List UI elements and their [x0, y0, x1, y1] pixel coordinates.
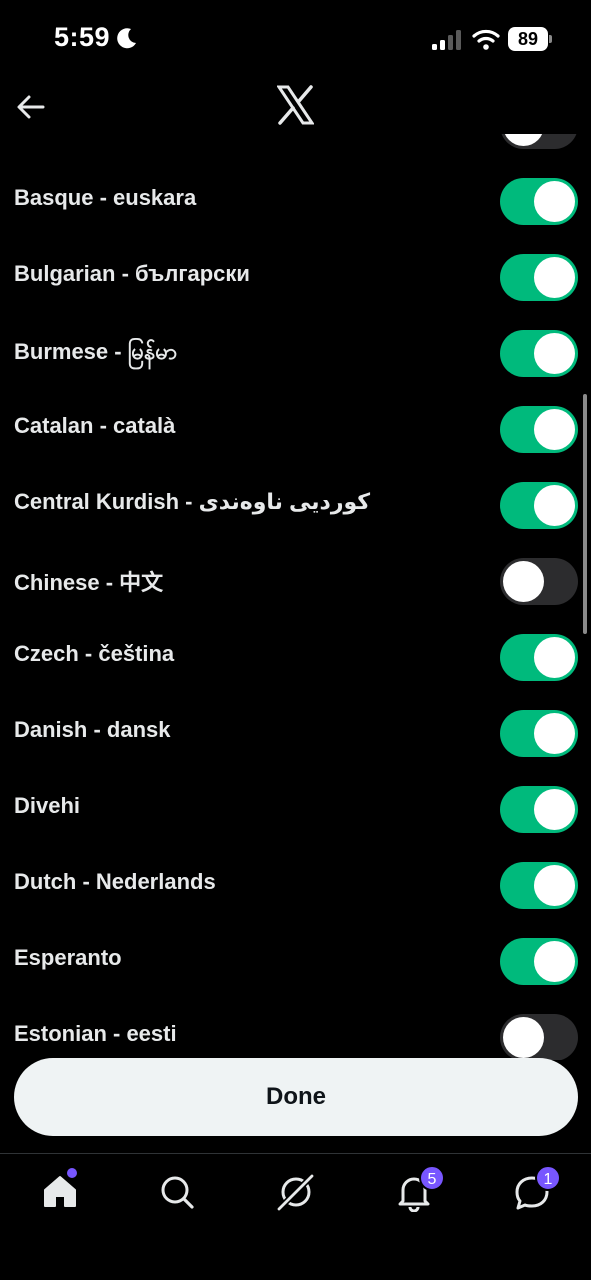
- language-row: Danish - dansk: [0, 695, 591, 771]
- nav-messages[interactable]: 1: [512, 1165, 561, 1212]
- language-toggle[interactable]: [500, 862, 578, 909]
- language-toggle[interactable]: [500, 634, 578, 681]
- language-label: Bulgarian - български: [14, 261, 250, 286]
- language-toggle[interactable]: [500, 786, 578, 833]
- grok-icon: [277, 1173, 315, 1211]
- language-toggle[interactable]: [500, 178, 578, 225]
- nav-notifications[interactable]: 5: [394, 1165, 445, 1213]
- language-row: Basque - euskara: [0, 163, 591, 239]
- toggle-knob: [534, 865, 575, 906]
- toggle-knob: [503, 1017, 544, 1058]
- language-label: Czech - čeština: [14, 641, 175, 666]
- nav-search[interactable]: [157, 1172, 197, 1212]
- toggle-knob: [503, 561, 544, 602]
- toggle-knob: [534, 257, 575, 298]
- scrollbar[interactable]: [583, 394, 587, 634]
- language-row: Czech - čeština: [0, 619, 591, 695]
- language-label: Basque - euskara: [14, 185, 197, 210]
- language-label: Danish - dansk: [14, 717, 171, 742]
- language-row: Estonian - eesti: [0, 999, 591, 1060]
- status-bar: 5:59 89: [0, 0, 591, 80]
- done-button[interactable]: Done: [14, 1058, 578, 1136]
- home-icon: [44, 1176, 76, 1207]
- language-toggle[interactable]: [500, 330, 578, 377]
- messages-badge: 1: [535, 1165, 561, 1191]
- home-notification-dot: [67, 1168, 77, 1178]
- toggle-knob: [534, 181, 575, 222]
- cellular-signal-icon: [432, 30, 461, 50]
- language-row: Esperanto: [0, 923, 591, 999]
- wifi-icon: [472, 29, 500, 50]
- x-logo: [277, 85, 314, 125]
- toggle-knob: [534, 713, 575, 754]
- toggle-knob: [534, 333, 575, 374]
- language-list: Armenian - հայերենBasque - euskaraBulgar…: [0, 100, 591, 1060]
- toggle-knob: [534, 409, 575, 450]
- toggle-knob: [534, 637, 575, 678]
- language-toggle[interactable]: [500, 938, 578, 985]
- toggle-knob: [534, 941, 575, 982]
- language-label: Estonian - eesti: [14, 1021, 177, 1046]
- header: [0, 80, 591, 134]
- language-label: Catalan - català: [14, 413, 176, 438]
- language-label: Esperanto: [14, 945, 122, 970]
- arrow-left-icon[interactable]: [14, 90, 48, 124]
- language-label: Chinese - 中文: [14, 570, 164, 595]
- language-row: Burmese - မြန်မာ: [0, 315, 591, 391]
- language-toggle[interactable]: [500, 254, 578, 301]
- language-label: Dutch - Nederlands: [14, 869, 216, 894]
- bottom-nav: 5 1: [0, 1153, 591, 1280]
- toggle-knob: [534, 485, 575, 526]
- language-toggle[interactable]: [500, 406, 578, 453]
- nav-grok[interactable]: [276, 1172, 316, 1212]
- language-row: Central Kurdish - کوردیی ناوەندی: [0, 467, 591, 543]
- language-row: Bulgarian - български: [0, 239, 591, 315]
- nav-home[interactable]: [40, 1168, 80, 1212]
- language-label: Divehi: [14, 793, 81, 818]
- language-label: Burmese - မြန်မာ: [14, 339, 177, 364]
- search-icon: [161, 1176, 194, 1209]
- moon-icon: [117, 28, 136, 49]
- status-time: 5:59: [54, 22, 111, 52]
- language-row: Chinese - 中文: [0, 543, 591, 619]
- battery-level: 89: [517, 29, 539, 49]
- language-label: Central Kurdish - کوردیی ناوەندی: [14, 489, 371, 514]
- language-toggle[interactable]: [500, 558, 578, 605]
- language-row: Catalan - català: [0, 391, 591, 467]
- toggle-knob: [534, 789, 575, 830]
- language-row: Divehi: [0, 771, 591, 847]
- language-toggle[interactable]: [500, 1014, 578, 1060]
- language-toggle[interactable]: [500, 710, 578, 757]
- language-row: Dutch - Nederlands: [0, 847, 591, 923]
- battery-icon: 89: [508, 27, 552, 51]
- language-toggle[interactable]: [500, 482, 578, 529]
- notifications-badge: 5: [419, 1165, 445, 1191]
